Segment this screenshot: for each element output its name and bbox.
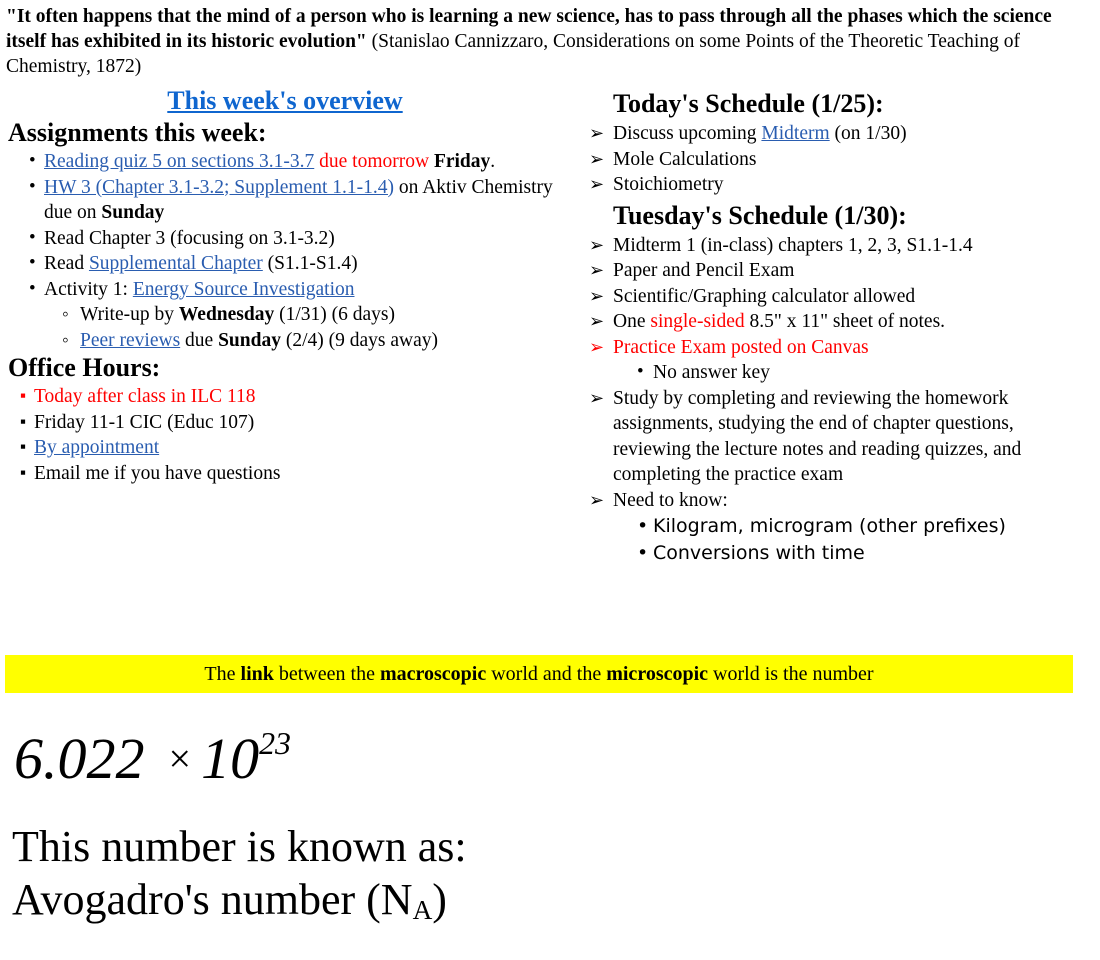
reading-quiz-link[interactable]: Reading quiz 5 on sections 3.1-3.7 — [44, 151, 314, 172]
writeup-prefix: Write-up by — [80, 304, 179, 325]
hl-mid1: between the — [273, 663, 380, 685]
single-sided-text: single-sided — [650, 311, 745, 332]
assignments-heading: Assignments this week: — [8, 118, 267, 147]
left-column: This week's overview Assignments this we… — [0, 86, 560, 486]
closing-line-1: This number is known as: — [12, 822, 467, 871]
midterm-link[interactable]: Midterm — [761, 123, 829, 144]
discuss-suffix: (on 1/30) — [829, 123, 907, 144]
friday-bold: Friday — [433, 151, 491, 172]
week-overview-heading[interactable]: This week's overview — [0, 86, 560, 116]
notes-suffix: 8.5" x 11" sheet of notes. — [744, 311, 946, 332]
wednesday-bold: Wednesday — [178, 304, 275, 325]
list-item: Reading quiz 5 on sections 3.1-3.7 due t… — [0, 148, 560, 175]
practice-exam-text: Practice Exam posted on Canvas — [613, 336, 869, 358]
list-item: Today after class in ILC 118 — [0, 383, 560, 410]
need-to-know-sublist: Kilogram, microgram (other prefixes) Con… — [613, 513, 1095, 567]
list-item: Read Supplemental Chapter (S1.1-S1.4) — [0, 250, 560, 277]
list-item: Write-up by Wednesday (1/31) (6 days) — [44, 302, 560, 328]
avogadro-label: Avogadro's number (N — [12, 875, 413, 924]
highlight-banner: The link between the macroscopic world a… — [5, 655, 1073, 693]
multiplication-sign: × — [168, 735, 192, 781]
office-hours-heading: Office Hours: — [8, 353, 161, 382]
formula-base: 10 — [201, 725, 260, 791]
today-schedule-heading: Today's Schedule (1/25): — [613, 89, 884, 118]
sunday-bold: Sunday — [101, 202, 165, 223]
hl-pre: The — [204, 663, 241, 685]
list-item: Peer reviews due Sunday (2/4) (9 days aw… — [44, 328, 560, 354]
list-item: Discuss upcoming Midterm (on 1/30) — [575, 121, 1095, 147]
practice-exam-sublist: No answer key — [613, 359, 1095, 386]
list-item: One single-sided 8.5" x 11" sheet of not… — [575, 309, 1095, 335]
supplemental-suffix: (S1.1-S1.4) — [262, 253, 358, 274]
list-item: Email me if you have questions — [0, 460, 560, 487]
formula-mantissa: 6.022 — [14, 725, 145, 791]
list-item: Kilogram, microgram (other prefixes) — [613, 513, 1095, 540]
peer-reviews-link[interactable]: Peer reviews — [80, 330, 180, 351]
assignments-list: Reading quiz 5 on sections 3.1-3.7 due t… — [0, 148, 560, 354]
list-item: Read Chapter 3 (focusing on 3.1-3.2) — [0, 225, 560, 252]
list-item: By appointment — [0, 434, 560, 461]
list-item: Stoichiometry — [575, 172, 1095, 198]
list-item: Mole Calculations — [575, 147, 1095, 173]
tuesday-schedule-list: Midterm 1 (in-class) chapters 1, 2, 3, S… — [575, 233, 1095, 568]
item1-tail: . — [490, 151, 496, 172]
activity-prefix: Activity 1: — [44, 278, 133, 300]
formula-exponent: 23 — [259, 726, 291, 761]
list-item: Midterm 1 (in-class) chapters 1, 2, 3, S… — [575, 233, 1095, 259]
list-item: Friday 11-1 CIC (Educ 107) — [0, 409, 560, 436]
highlight-text: The link between the macroscopic world a… — [204, 662, 873, 686]
one-prefix: One — [613, 311, 651, 332]
hl-post: world is the number — [708, 663, 874, 685]
list-item: Conversions with time — [613, 540, 1095, 567]
hl-link-word: link — [240, 663, 274, 685]
list-item: Paper and Pencil Exam — [575, 258, 1095, 284]
peer-suffix: (2/4) (9 days away) — [280, 329, 438, 351]
read-prefix: Read — [44, 253, 89, 274]
list-item: HW 3 (Chapter 3.1-3.2; Supplement 1.1-1.… — [0, 174, 560, 226]
list-item: Scientific/Graphing calculator allowed — [575, 284, 1095, 310]
by-appointment-link[interactable]: By appointment — [34, 437, 159, 458]
office-hours-list: Today after class in ILC 118 Friday 11-1… — [0, 383, 560, 487]
due-tomorrow-text: due tomorrow — [314, 151, 434, 172]
hw3-link[interactable]: HW 3 (Chapter 3.1-3.2; Supplement 1.1-1.… — [44, 177, 394, 198]
tuesday-schedule-heading: Tuesday's Schedule (1/30): — [613, 200, 907, 230]
list-item: Need to know: Kilogram, microgram (other… — [575, 488, 1095, 568]
hl-mid2: world and the — [486, 663, 607, 685]
avogadro-close-paren: ) — [432, 875, 447, 924]
today-schedule-list: Discuss upcoming Midterm (on 1/30) Mole … — [575, 121, 1095, 198]
supplemental-chapter-link[interactable]: Supplemental Chapter — [89, 253, 263, 274]
opening-quote: "It often happens that the mind of a per… — [6, 4, 1072, 79]
activity-sublist: Write-up by Wednesday (1/31) (6 days) Pe… — [44, 302, 560, 353]
hl-microscopic: microscopic — [606, 663, 709, 685]
need-to-know-text: Need to know: — [613, 489, 728, 511]
avogadro-subscript: A — [412, 894, 433, 925]
closing-line-2: Avogadro's number (NA) — [12, 873, 467, 937]
list-item: Activity 1: Energy Source Investigation … — [0, 276, 560, 354]
closing-statement: This number is known as: Avogadro's numb… — [12, 820, 467, 937]
list-item: Study by completing and reviewing the ho… — [575, 386, 1095, 488]
sunday-bold-2: Sunday — [218, 329, 281, 351]
avogadro-formula: 6.022 × 1023 — [14, 712, 291, 791]
right-column: Today's Schedule (1/25): Discuss upcomin… — [575, 86, 1095, 567]
discuss-prefix: Discuss upcoming — [613, 123, 762, 144]
writeup-suffix: (1/31) (6 days) — [274, 304, 395, 325]
list-item: No answer key — [613, 359, 1095, 386]
hl-macroscopic: macroscopic — [379, 663, 487, 685]
energy-source-investigation-link[interactable]: Energy Source Investigation — [133, 279, 355, 300]
list-item: Practice Exam posted on Canvas No answer… — [575, 335, 1095, 386]
peer-mid: due — [180, 329, 219, 351]
